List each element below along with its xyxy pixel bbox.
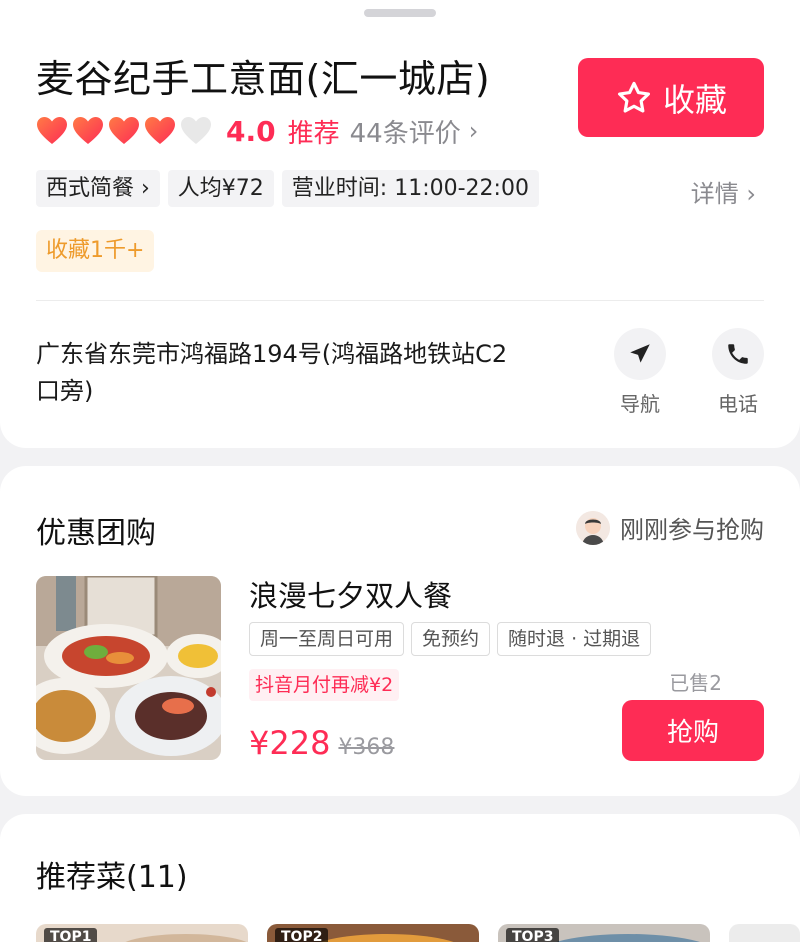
price-block: ¥228 ¥368: [249, 724, 394, 762]
phone-icon: [728, 344, 748, 364]
navigate-icon-circle: [614, 328, 666, 380]
dish-photo: [729, 924, 800, 942]
chevron-right-icon: ›: [468, 117, 479, 145]
current-price: ¥228: [249, 724, 331, 762]
navigation-arrow-icon: [630, 344, 650, 363]
favorite-label: 收藏: [662, 80, 727, 119]
rating-tag: 推荐: [287, 118, 340, 149]
food-photo: [36, 576, 221, 760]
dish-rank-badge: TOP3: [506, 928, 560, 942]
recent-buyers-label: 刚刚参与抢购: [620, 516, 764, 544]
heart-empty-icon: [181, 117, 211, 144]
avatar-icon: [576, 510, 610, 545]
favorite-button[interactable]: 收藏: [578, 58, 764, 137]
sold-count: 已售2: [669, 671, 722, 695]
avatar: [576, 510, 610, 545]
shop-info-card: 麦谷纪手工意面(汇一城店) 收藏 4.0 推荐 44条评价 › 西式简餐 › 人…: [0, 0, 800, 448]
deal-tag: 周一至周日可用: [249, 622, 405, 656]
star-outline-icon: [617, 81, 650, 113]
tag-avg-price: 人均¥72: [167, 170, 274, 207]
drag-handle[interactable]: [364, 9, 436, 17]
deal-section-title: 优惠团购: [36, 516, 156, 551]
tag-hours: 营业时间: 11:00-22:00: [281, 170, 539, 207]
shop-title: 麦谷纪手工意面(汇一城店): [36, 57, 491, 101]
phone-button[interactable]: 电话: [703, 328, 773, 417]
collect-count-badge: 收藏1千+: [36, 230, 155, 272]
recent-buyers: 刚刚参与抢购: [576, 510, 764, 545]
dish-rank-badge: TOP2: [275, 928, 329, 942]
deal-image[interactable]: [36, 576, 221, 760]
heart-icon: [73, 117, 103, 144]
dish-thumbnail[interactable]: TOP1: [36, 924, 248, 942]
deal-name[interactable]: 浪漫七夕双人餐: [249, 573, 452, 615]
buy-button[interactable]: 抢购: [622, 700, 764, 761]
dishes-section-title: 推荐菜(11): [36, 860, 188, 895]
original-price: ¥368: [338, 735, 395, 760]
details-link[interactable]: 详情 ›: [691, 174, 756, 209]
deal-tags: 周一至周日可用 免预约 随时退 · 过期退: [249, 622, 652, 656]
phone-label: 电话: [718, 392, 758, 416]
divider: [36, 300, 764, 301]
heart-icon: [37, 117, 67, 144]
dish-thumbnail[interactable]: [729, 924, 800, 942]
heart-icon: [109, 117, 139, 144]
review-count: 44条评价: [349, 118, 461, 149]
address: 广东省东莞市鸿福路194号(鸿福路地铁站C2口旁): [36, 340, 508, 405]
navigate-button[interactable]: 导航: [605, 328, 675, 417]
deal-tag: 免预约: [411, 622, 491, 656]
dish-thumbnail[interactable]: TOP2: [267, 924, 479, 942]
heart-icon: [145, 117, 175, 144]
shop-tags: 西式简餐 › 人均¥72 营业时间: 11:00-22:00: [36, 170, 539, 207]
rating-score: 4.0: [226, 114, 276, 148]
rating-row[interactable]: 4.0 推荐 44条评价 ›: [36, 112, 478, 150]
deal-tag: 随时退 · 过期退: [497, 622, 652, 656]
dish-thumbnail[interactable]: TOP3: [498, 924, 710, 942]
dish-rank-badge: TOP1: [44, 928, 98, 942]
tag-category[interactable]: 西式简餐 ›: [36, 170, 160, 207]
promo-badge: 抖音月付再减¥2: [249, 669, 400, 701]
phone-icon-circle: [712, 328, 764, 380]
navigate-label: 导航: [620, 392, 660, 416]
